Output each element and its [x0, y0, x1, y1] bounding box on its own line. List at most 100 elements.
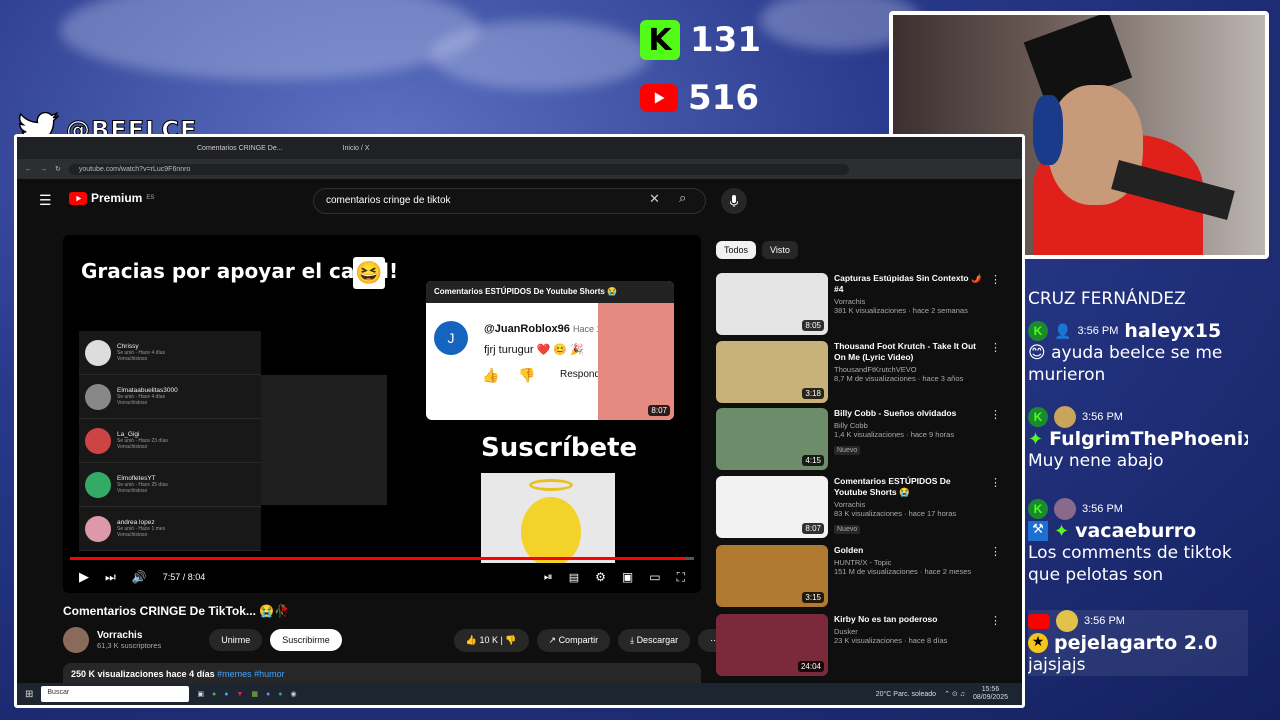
- chrome-icon[interactable]: ●: [212, 691, 216, 698]
- clock[interactable]: 15:56 08/09/2025: [973, 686, 1008, 702]
- chip-todos[interactable]: Todos: [716, 241, 757, 259]
- clear-search-icon[interactable]: ✕: [649, 191, 660, 207]
- tray-icons[interactable]: ⌃ ⊙ ♫: [944, 690, 965, 698]
- member-name: Chrissy: [117, 343, 139, 350]
- related-channel[interactable]: HUNTR/X - Topic: [834, 558, 984, 567]
- chat-username: haleyx15: [1124, 320, 1222, 342]
- related-video[interactable]: 8:05 Capturas Estúpidas Sin Contexto 🌶️ …: [716, 273, 1016, 335]
- channel-avatar[interactable]: [63, 627, 89, 653]
- chat-text: Muy nene abajo: [1028, 451, 1164, 471]
- video-player[interactable]: Gracias por apoyar el canal! 😆 Chrissy Se…: [63, 235, 701, 593]
- youtube-play-icon: [69, 191, 87, 205]
- related-video[interactable]: 3:15 Golden HUNTR/X - Topic 151 M de visua…: [716, 545, 1016, 607]
- theater-icon[interactable]: ▭: [649, 570, 660, 584]
- related-views: 23 K visualizaciones · hace 8 días: [834, 636, 948, 645]
- windows-start-icon[interactable]: ⊞: [25, 689, 33, 700]
- more-options-icon[interactable]: ⋮: [990, 545, 1002, 607]
- logo-text: Premium: [91, 191, 143, 205]
- related-channel[interactable]: ThousandFtKrutchVEVO: [834, 365, 984, 374]
- video-duration: 3:15: [802, 592, 824, 603]
- more-options-icon[interactable]: ⋮: [990, 476, 1002, 538]
- tab-x[interactable]: Inicio / X: [343, 145, 370, 152]
- related-video[interactable]: 8:07 Comentarios ESTÚPIDOS De Youtube Sh…: [716, 476, 1016, 538]
- video-duration: 8:07: [802, 523, 824, 534]
- app-icon[interactable]: ▦: [251, 690, 258, 698]
- edge-icon[interactable]: ●: [224, 691, 228, 698]
- subtitles-icon[interactable]: ▤: [569, 571, 579, 584]
- subscribe-button[interactable]: Suscribirme: [270, 629, 342, 651]
- miniplayer-icon[interactable]: ▣: [622, 570, 633, 584]
- member-channel: Vorrachistoso: [117, 532, 148, 538]
- video-thumbnail[interactable]: 24:04: [716, 614, 828, 676]
- more-options-icon[interactable]: ⋮: [990, 341, 1002, 403]
- download-label: Descargar: [636, 634, 679, 645]
- share-label: Compartir: [558, 634, 599, 645]
- angel-emoji-image: [481, 473, 615, 563]
- related-title[interactable]: Comentarios ESTÚPIDOS De Youtube Shorts …: [834, 476, 984, 498]
- related-title[interactable]: Thousand Foot Krutch - Take It Out On Me…: [834, 341, 984, 363]
- youtube-logo-icon: [640, 84, 678, 112]
- share-button[interactable]: ↗ Compartir: [536, 628, 611, 652]
- avatar: [1054, 498, 1076, 520]
- member-row: andrea lopez Se unió - Hace 1 mes Vorrachi…: [79, 507, 261, 551]
- related-title[interactable]: Capturas Estúpidas Sin Contexto 🌶️ #4: [834, 273, 984, 295]
- card-title: Comentarios ESTÚPIDOS De Youtube Shorts …: [426, 281, 674, 303]
- video-thumbnail[interactable]: 8:07: [716, 476, 828, 538]
- search-input[interactable]: comentarios cringe de tiktok: [313, 188, 706, 214]
- related-video[interactable]: 3:18 Thousand Foot Krutch - Take It Out …: [716, 341, 1016, 403]
- search-icon[interactable]: ⌕: [679, 190, 686, 206]
- video-thumbnail[interactable]: 8:05: [716, 273, 828, 335]
- url-field[interactable]: youtube.com/watch?v=rLuc9F6nnro: [68, 163, 849, 175]
- video-thumbnail[interactable]: 4:15: [716, 408, 828, 470]
- discord-icon[interactable]: ●: [266, 691, 270, 698]
- channel-name[interactable]: Vorrachis: [97, 630, 161, 641]
- video-thumbnail[interactable]: 3:18: [716, 341, 828, 403]
- autoplay-toggle[interactable]: ⏯: [544, 571, 553, 584]
- related-title[interactable]: Billy Cobb - Sueños olvidados: [834, 408, 984, 419]
- player-controls: ▶ ⏭ 🔊 7:57 / 8:04 ⏯ ▤ ⚙ ▣ ▭ ⛶: [63, 561, 701, 593]
- related-channel[interactable]: Vorrachis: [834, 500, 984, 509]
- related-channel[interactable]: Vorrachis: [834, 297, 984, 306]
- fullscreen-icon[interactable]: ⛶: [677, 570, 685, 585]
- forward-icon[interactable]: →: [40, 166, 47, 173]
- app-icon[interactable]: ▼: [236, 691, 243, 698]
- weather-widget[interactable]: 20°C Parc. soleado: [876, 691, 936, 698]
- youtube-logo[interactable]: Premium ES: [69, 191, 154, 205]
- volume-icon[interactable]: 🔊: [132, 570, 147, 584]
- play-icon[interactable]: ▶: [79, 569, 89, 585]
- kick-count: 131: [690, 20, 761, 60]
- next-icon[interactable]: ⏭: [105, 570, 116, 585]
- progress-bar[interactable]: [70, 557, 694, 560]
- member-name: ElmofletesYT: [117, 475, 156, 482]
- back-icon[interactable]: ←: [25, 166, 32, 173]
- chip-visto[interactable]: Visto: [762, 241, 798, 259]
- more-options-icon[interactable]: ⋮: [990, 614, 1002, 676]
- related-channel[interactable]: Dusker: [834, 627, 984, 636]
- reload-icon[interactable]: ↻: [55, 165, 61, 173]
- spotify-icon[interactable]: ●: [278, 691, 282, 698]
- settings-icon[interactable]: ⚙: [595, 570, 606, 584]
- more-options-icon[interactable]: ⋮: [990, 408, 1002, 470]
- more-options-icon[interactable]: ⋮: [990, 273, 1002, 335]
- video-thumbnail[interactable]: 3:15: [716, 545, 828, 607]
- related-title[interactable]: Golden: [834, 545, 984, 556]
- join-button[interactable]: Unirme: [209, 629, 263, 651]
- download-button[interactable]: ⤓ Descargar: [618, 628, 691, 652]
- task-view-icon[interactable]: ▣: [197, 690, 204, 698]
- hashtags[interactable]: #memes #humor: [217, 669, 285, 679]
- related-channel[interactable]: Billy Cobb: [834, 421, 984, 430]
- like-count: 10 K: [479, 634, 498, 645]
- member-channel: Vorrachistoso: [117, 356, 148, 362]
- subscriber-count: 61,3 K suscriptores: [97, 641, 162, 650]
- related-title[interactable]: Kirby No es tan poderoso: [834, 614, 984, 625]
- taskbar-search[interactable]: Buscar: [41, 686, 190, 702]
- related-video[interactable]: 24:04 Kirby No es tan poderoso Dusker 23 K…: [716, 614, 1016, 676]
- voice-search-icon[interactable]: [721, 188, 747, 214]
- like-button[interactable]: 👍 10 K | 👎: [453, 628, 529, 652]
- related-video[interactable]: 4:15 Billy Cobb - Sueños olvidados Billy …: [716, 408, 1016, 470]
- obs-icon[interactable]: ◉: [291, 690, 297, 698]
- avatar: [1056, 610, 1078, 632]
- menu-icon[interactable]: ☰: [39, 192, 52, 209]
- tab-youtube[interactable]: Comentarios CRINGE De...: [197, 145, 283, 152]
- chat-message: K 3:56 PM ⚒ ✦ vacaeburro Los comments de ti…: [1028, 498, 1248, 586]
